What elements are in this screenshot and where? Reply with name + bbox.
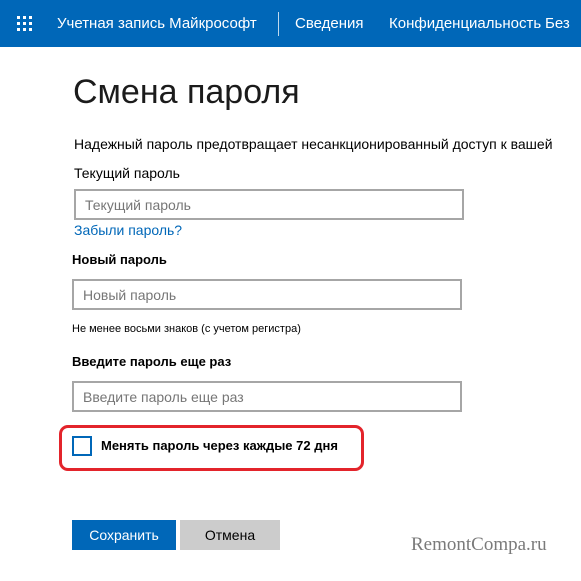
nav-item-security[interactable]: Без [545, 15, 570, 32]
nav-item-privacy[interactable]: Конфиденциальность [389, 15, 541, 32]
cancel-button[interactable]: Отмена [180, 520, 280, 550]
save-button[interactable]: Сохранить [72, 520, 176, 550]
app-title-link[interactable]: Учетная запись Майкрософт [57, 15, 257, 32]
page-title: Смена пароля [73, 73, 300, 111]
waffle-icon[interactable] [17, 16, 32, 31]
nav-divider [278, 12, 279, 36]
change-every-72-days-checkbox[interactable] [72, 436, 92, 456]
repeat-password-input[interactable] [72, 381, 462, 412]
current-password-label: Текущий пароль [74, 165, 180, 181]
change-every-72-days-label[interactable]: Менять пароль через каждые 72 дня [101, 438, 338, 453]
nav-item-info[interactable]: Сведения [295, 15, 364, 32]
forgot-password-link[interactable]: Забыли пароль? [74, 222, 182, 238]
top-nav-bar: Учетная запись Майкрософт Сведения Конфи… [0, 0, 581, 47]
repeat-password-label: Введите пароль еще раз [72, 354, 232, 369]
watermark: RemontCompa.ru [411, 534, 547, 555]
password-hint: Не менее восьми знаков (с учетом регистр… [72, 323, 301, 335]
current-password-input[interactable] [74, 189, 464, 220]
new-password-label: Новый пароль [72, 252, 167, 267]
new-password-input[interactable] [72, 279, 462, 310]
intro-text: Надежный пароль предотвращает несанкцион… [74, 136, 553, 152]
